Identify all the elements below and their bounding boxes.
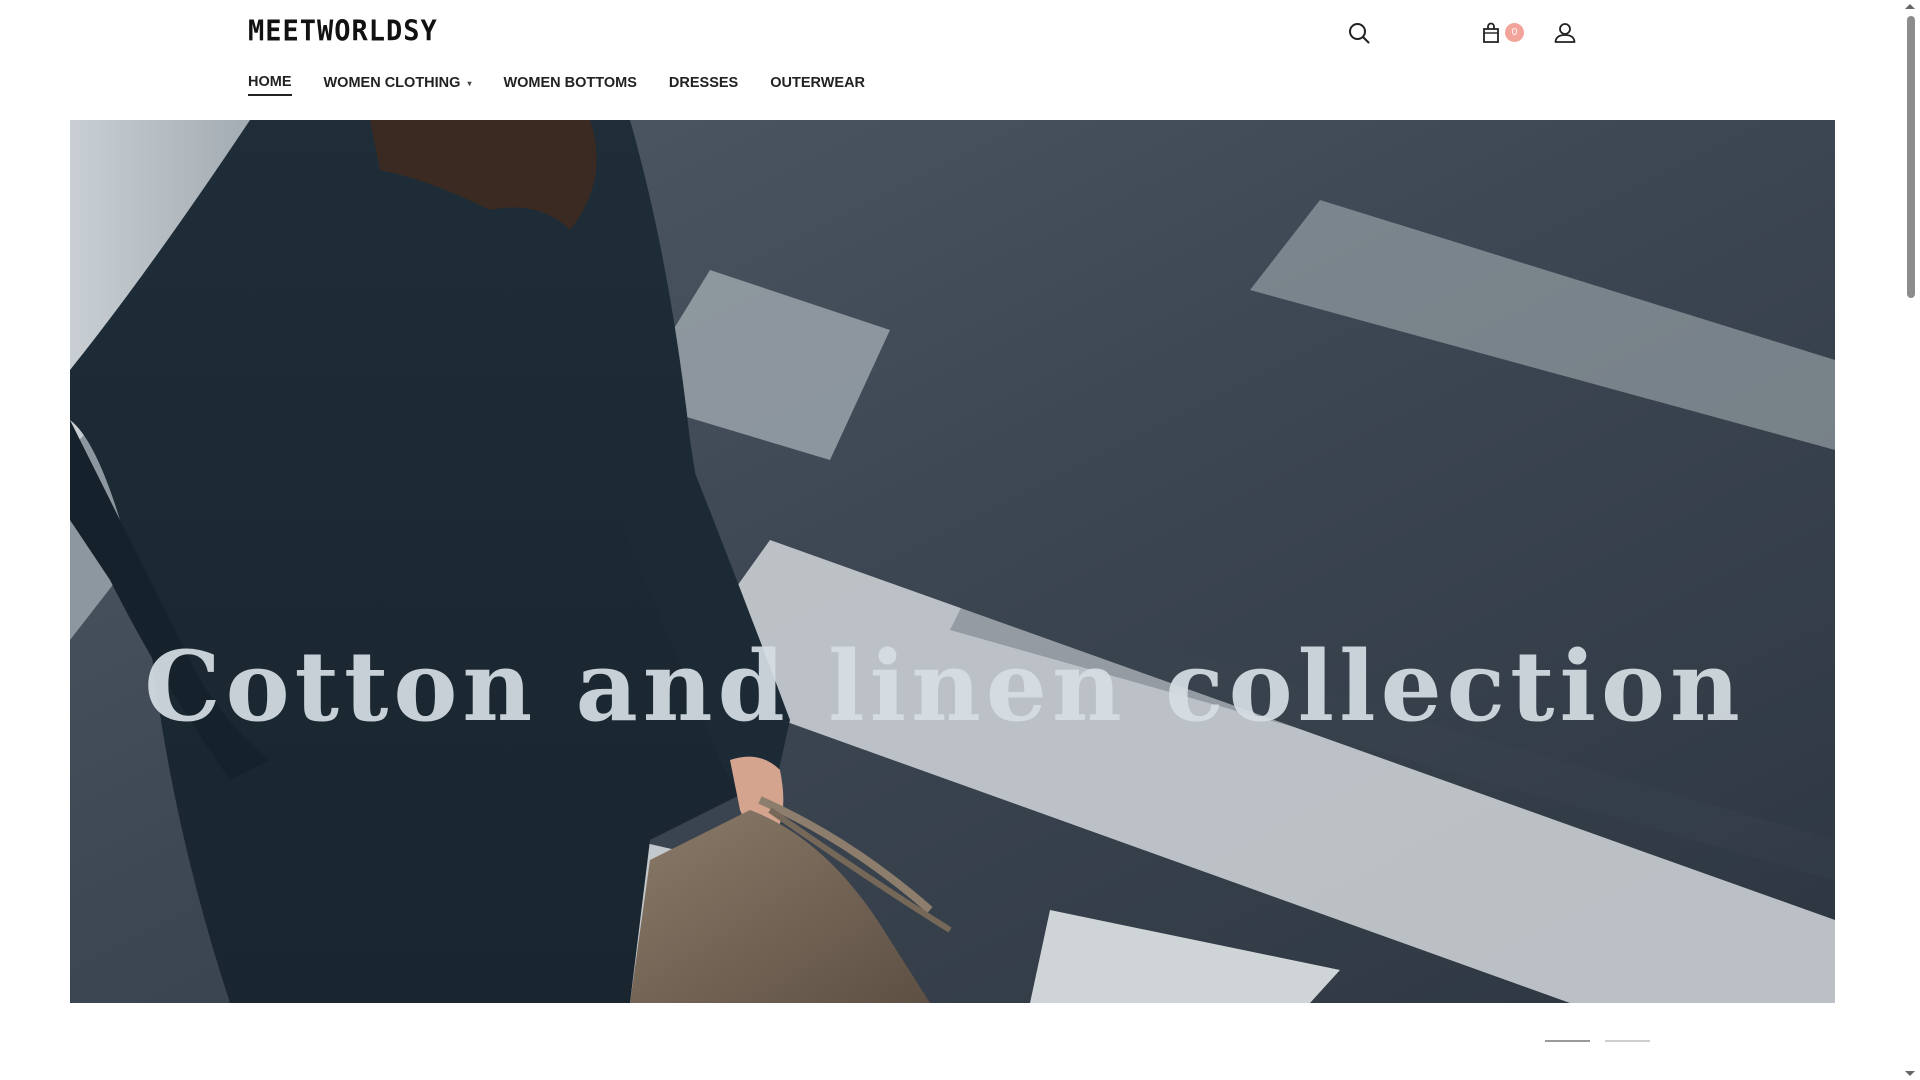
scroll-down-arrow-icon[interactable] bbox=[1905, 1071, 1915, 1076]
search-icon[interactable] bbox=[1344, 18, 1374, 48]
page: MEETWORLDSY 0 HOME WOMEN CLOTHING ▾ WOME… bbox=[0, 0, 1920, 1080]
nav-item-dresses[interactable]: DRESSES bbox=[669, 75, 738, 95]
nav-item-label: WOMEN CLOTHING bbox=[323, 75, 461, 91]
hero-image bbox=[70, 120, 1835, 1003]
scroll-thumb[interactable] bbox=[1907, 16, 1915, 298]
main-nav: HOME WOMEN CLOTHING ▾ WOMEN BOTTOMS DRESS… bbox=[248, 74, 897, 96]
shopping-bag-icon[interactable] bbox=[1476, 18, 1506, 48]
hero-title: Cotton and linen collection bbox=[144, 630, 1745, 743]
page-scrollbar[interactable] bbox=[1900, 0, 1920, 1080]
nav-item-home[interactable]: HOME bbox=[248, 74, 292, 96]
hero-banner[interactable]: Cotton and linen collection bbox=[70, 120, 1835, 1003]
nav-item-women-bottoms[interactable]: WOMEN BOTTOMS bbox=[503, 75, 636, 95]
nav-item-outerwear[interactable]: OUTERWEAR bbox=[770, 75, 865, 95]
user-icon[interactable] bbox=[1550, 18, 1580, 48]
slider-dot[interactable] bbox=[1605, 1040, 1650, 1042]
scroll-up-arrow-icon[interactable] bbox=[1905, 4, 1915, 9]
site-header: MEETWORLDSY 0 HOME WOMEN CLOTHING ▾ WOME… bbox=[0, 0, 1900, 120]
site-logo[interactable]: MEETWORLDSY bbox=[248, 15, 438, 48]
nav-item-women-clothing[interactable]: WOMEN CLOTHING ▾ bbox=[324, 75, 472, 95]
chevron-down-icon: ▾ bbox=[467, 78, 472, 88]
slider-indicators bbox=[1545, 1040, 1650, 1042]
slider-dot[interactable] bbox=[1545, 1040, 1590, 1042]
cart-count-badge[interactable]: 0 bbox=[1505, 23, 1524, 42]
